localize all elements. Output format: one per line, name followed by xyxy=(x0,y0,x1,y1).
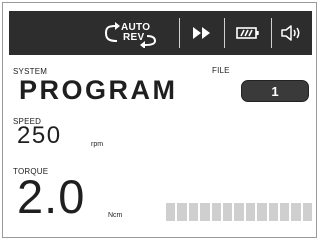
torque-level-segment xyxy=(279,203,290,221)
torque-level-segment xyxy=(302,203,313,221)
torque-level-segment xyxy=(166,203,176,221)
speed-value: 250 xyxy=(17,122,62,149)
battery-status[interactable] xyxy=(225,18,271,48)
torque-level-segment xyxy=(211,203,221,221)
fast-forward-icon xyxy=(193,27,210,39)
fast-forward-button[interactable] xyxy=(180,18,224,48)
torque-level-segment xyxy=(234,203,244,221)
torque-level-segment xyxy=(222,203,233,221)
battery-icon xyxy=(236,27,259,39)
auto-reverse-button[interactable]: AUTO REV xyxy=(85,18,179,48)
torque-level-segment xyxy=(257,203,267,221)
torque-level-segment xyxy=(245,203,256,221)
auto-reverse-icon: AUTO REV xyxy=(95,18,169,48)
torque-level-segment xyxy=(200,203,210,221)
torque-level-segment xyxy=(268,203,278,221)
torque-level-segment xyxy=(177,203,187,221)
torque-unit: Ncm xyxy=(108,212,123,219)
volume-button[interactable] xyxy=(272,18,312,48)
speaker-volume-icon xyxy=(281,25,300,41)
system-mode-value: PROGRAM xyxy=(19,75,178,105)
file-select-button[interactable]: 1 xyxy=(241,80,309,102)
rev-label: REV xyxy=(123,32,145,43)
top-toolbar: AUTO REV xyxy=(9,11,312,55)
file-label: FILE xyxy=(212,66,230,75)
torque-value: 2.0 xyxy=(17,170,86,223)
torque-level-segment xyxy=(291,203,301,221)
speed-unit: rpm xyxy=(91,141,104,148)
torque-level-bar xyxy=(166,203,313,221)
torque-level-segment xyxy=(188,203,199,221)
